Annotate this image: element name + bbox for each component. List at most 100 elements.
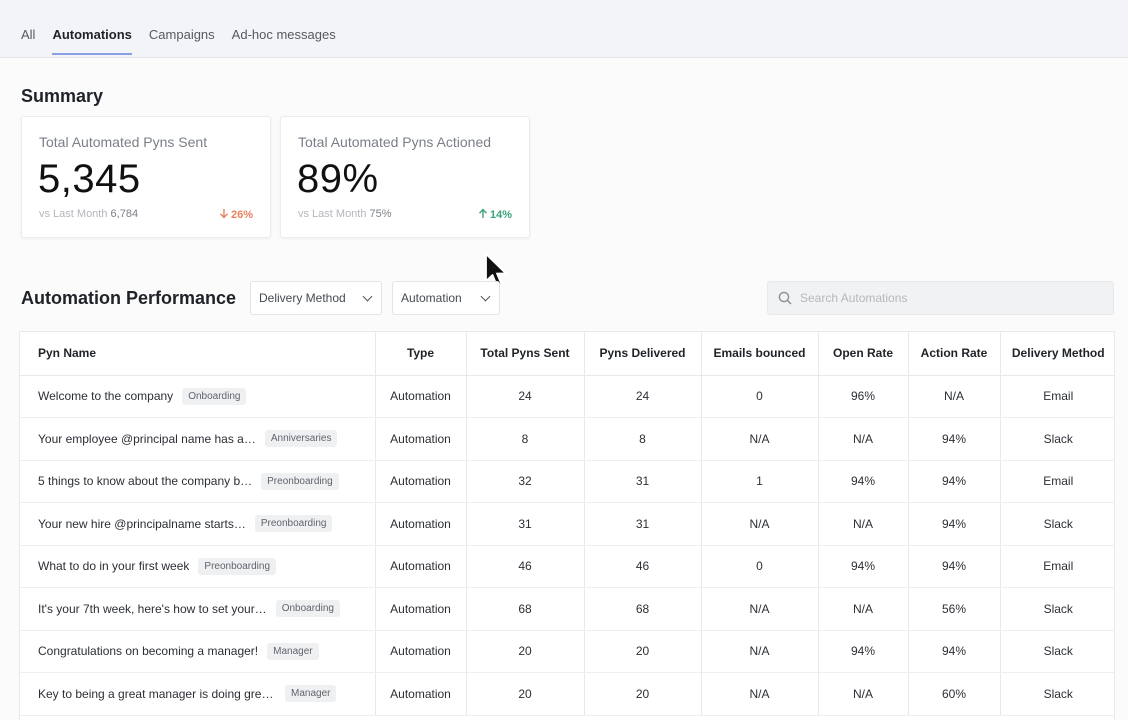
type-cell: Automation [375,375,467,418]
delivered-cell: 20 [584,630,702,673]
column-header-open-rate[interactable]: Open Rate [818,332,909,376]
action-rate-cell: 60% [908,672,1001,716]
pyn-name[interactable]: Congratulations on becoming a manager! [38,644,258,658]
pyn-name[interactable]: 5 things to know about the company b… [38,474,252,488]
category-tag: Preonboarding [254,515,333,533]
table-row[interactable]: Congratulations on becoming a manager! Ma… [20,630,1114,673]
delivery-method-cell: Slack [1000,502,1114,546]
table-row[interactable]: Key to being a great manager is doing gr… [20,672,1114,716]
column-header-emails-bounced[interactable]: Emails bounced [701,332,819,376]
tab-campaigns[interactable]: Campaigns [149,27,215,52]
delivered-cell: 31 [584,502,702,546]
delta-value: 26% [230,209,253,221]
bounced-cell: 1 [701,460,819,503]
column-header-delivered[interactable]: Pyns Delivered [584,332,702,376]
table-row[interactable]: Welcome to the company Onboarding Automat… [20,375,1114,418]
action-rate-cell: 94% [908,460,1001,503]
open-rate-cell: 96% [818,375,909,418]
card-value: 5,345 [38,157,141,201]
sent-cell: 8 [466,417,585,461]
sent-cell: 20 [466,630,585,673]
pyn-name[interactable]: It's your 7th week, here's how to set yo… [38,602,267,616]
action-rate-cell: 94% [908,417,1001,461]
search-box [767,281,1114,315]
category-tag: Preonboarding [261,472,339,490]
automation-table: Pyn Name Type Total Pyns Sent Pyns Deliv… [19,331,1115,720]
action-rate-cell: 94% [908,502,1001,546]
category-tag: Manager [285,685,337,703]
tab-automations[interactable]: Automations [52,27,133,55]
arrow-down-icon [219,209,228,219]
pyn-name[interactable]: Key to being a great manager is doing gr… [38,687,276,701]
comparison-label: vs Last Month [298,208,367,220]
table-row[interactable]: Your employee @principal name has a… Anni… [20,417,1114,461]
card-comparison: vs Last Month 6,784 [39,208,138,220]
delivery-method-cell: Email [1000,375,1114,418]
table-row[interactable]: It's your 7th week, here's how to set yo… [20,587,1114,631]
tab-all[interactable]: All [21,27,35,52]
delivered-cell: 46 [584,545,702,588]
open-rate-cell: N/A [818,587,909,631]
bounced-cell: 0 [701,545,819,588]
type-cell: Automation [375,502,467,546]
type-cell: Automation [375,417,467,461]
comparison-label: vs Last Month [39,208,108,220]
category-tag: Onboarding [182,387,247,405]
table-header-row: Pyn Name Type Total Pyns Sent Pyns Deliv… [20,332,1114,376]
column-header-action-rate[interactable]: Action Rate [908,332,1001,376]
bounced-cell: N/A [701,502,819,546]
bounced-cell: N/A [701,417,819,461]
card-comparison: vs Last Month 75% [298,208,392,220]
chevron-down-icon [362,291,373,301]
pyn-name[interactable]: What to do in your first week [38,559,189,573]
action-rate-cell: N/A [908,375,1001,418]
table-row[interactable]: 5 things to know about the company b… Pre… [20,460,1114,503]
search-icon [778,291,792,305]
card-label: Total Automated Pyns Actioned [298,134,492,150]
type-cell: Automation [375,587,467,631]
column-header-delivery-method[interactable]: Delivery Method [1000,332,1114,376]
table-row[interactable]: Your new hire @principalname starts… Preo… [20,502,1114,546]
sent-cell: 24 [466,375,585,418]
action-rate-cell: 94% [908,545,1001,588]
type-cell: Automation [375,460,467,503]
total-sent-card: Total Automated Pyns Sent 5,345 vs Last … [21,116,271,238]
column-header-type[interactable]: Type [375,332,467,376]
open-rate-cell: N/A [818,502,909,546]
sent-cell: 31 [466,502,585,546]
category-tag: Anniversaries [264,430,338,448]
type-cell: Automation [375,672,467,716]
delivered-cell: 68 [584,587,702,631]
column-header-total-sent[interactable]: Total Pyns Sent [466,332,585,376]
delta-badge: 14% [478,208,512,221]
delivery-method-cell: Slack [1000,587,1114,631]
pyn-name[interactable]: Your new hire @principalname starts… [38,517,246,531]
open-rate-cell: N/A [818,672,909,716]
column-header-pyn-name[interactable]: Pyn Name [20,332,376,376]
open-rate-cell: N/A [818,417,909,461]
top-tab-bar: All Automations Campaigns Ad-hoc message… [0,0,1128,58]
dropdown-label: Automation [401,291,462,305]
sent-cell: 68 [466,587,585,631]
open-rate-cell: 94% [818,630,909,673]
delivery-method-cell: Slack [1000,417,1114,461]
table-row[interactable]: What to do in your first week Preonboardi… [20,545,1114,588]
category-tag: Manager [267,642,319,660]
comparison-value: 75% [369,208,392,220]
pyn-name[interactable]: Your employee @principal name has a… [38,432,256,446]
delta-badge: 26% [219,208,253,221]
bounced-cell: N/A [701,630,819,673]
delivery-method-cell: Slack [1000,630,1114,673]
bounced-cell: N/A [701,672,819,716]
pyn-name[interactable]: Welcome to the company [38,389,173,403]
summary-title: Summary [21,86,104,106]
tab-ad-hoc-messages[interactable]: Ad-hoc messages [232,27,336,52]
card-label: Total Automated Pyns Sent [39,134,208,150]
automation-dropdown[interactable]: Automation [392,281,500,315]
delivery-method-cell: Email [1000,460,1114,503]
open-rate-cell: 94% [818,460,909,503]
delivery-method-dropdown[interactable]: Delivery Method [250,281,382,315]
search-input[interactable] [800,291,1100,305]
sent-cell: 46 [466,545,585,588]
action-rate-cell: 94% [908,630,1001,673]
